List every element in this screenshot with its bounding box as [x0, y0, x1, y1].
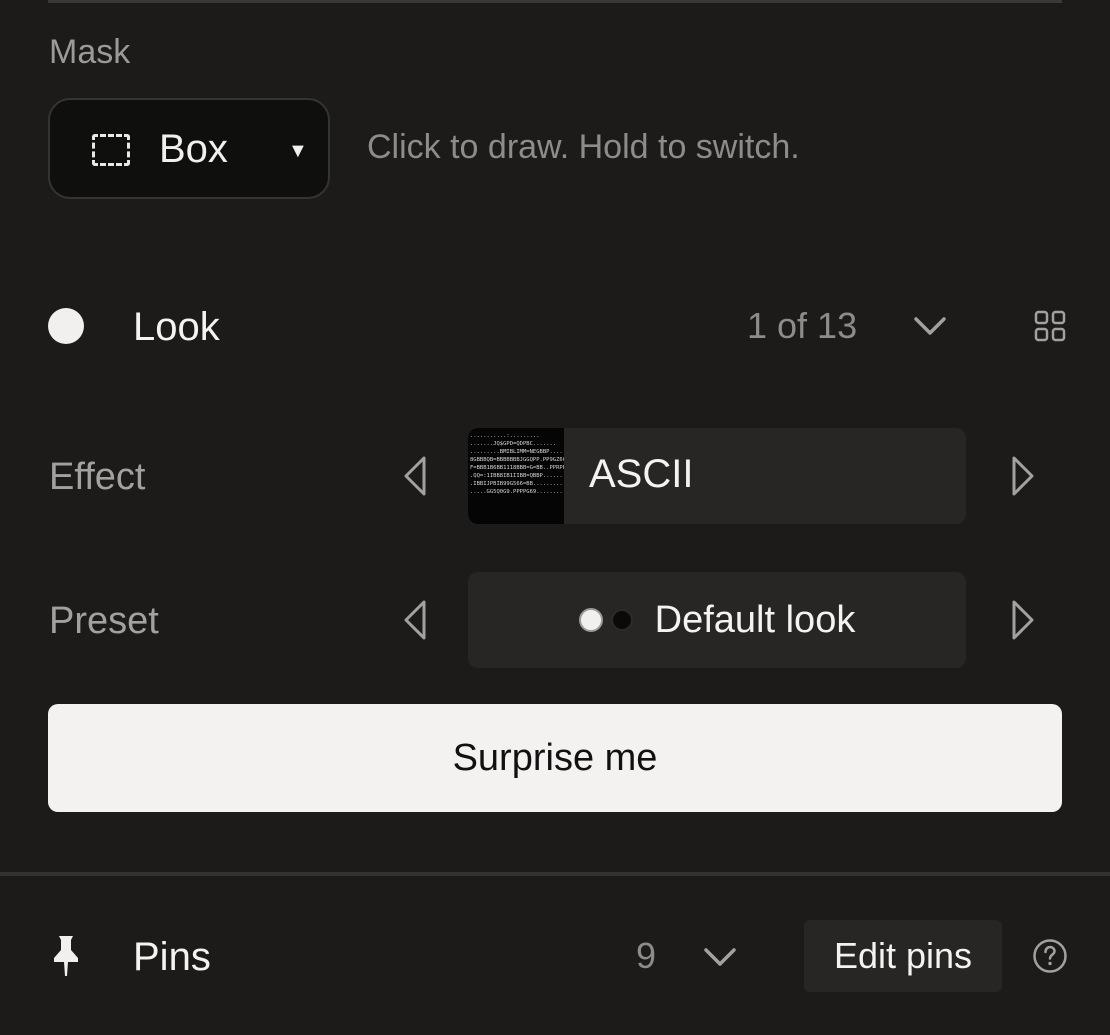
section-divider [0, 872, 1110, 876]
effect-next-icon[interactable] [1008, 454, 1038, 498]
mask-select[interactable]: Box ▼ [48, 98, 330, 199]
edit-pins-button[interactable]: Edit pins [804, 920, 1002, 992]
effect-prev-icon[interactable] [400, 454, 430, 498]
pin-icon [54, 936, 78, 976]
mask-selected-value: Box [159, 127, 228, 171]
preset-label: Preset [49, 600, 159, 642]
dashed-box-icon [92, 134, 130, 166]
effect-value: ASCII [589, 452, 694, 496]
effect-label: Effect [49, 456, 146, 498]
grid-view-icon[interactable] [1034, 310, 1066, 342]
top-divider [48, 0, 1062, 3]
chevron-down-icon[interactable] [912, 312, 948, 340]
help-icon[interactable] [1032, 938, 1068, 974]
light-dot-icon [578, 608, 603, 632]
preset-prev-icon[interactable] [400, 598, 430, 642]
pins-label: Pins [133, 935, 211, 979]
surprise-me-button[interactable]: Surprise me [48, 704, 1062, 812]
look-dot-icon [48, 308, 84, 344]
look-panel: Mask Box ▼ Click to draw. Hold to switch… [0, 0, 1110, 1035]
ascii-thumbnail: ...........:......... .......JQ$GPD=QDPB… [468, 428, 564, 524]
look-count: 1 of 13 [747, 305, 858, 346]
preset-next-icon[interactable] [1008, 598, 1038, 642]
preset-content: Default look [468, 572, 966, 668]
look-label: Look [133, 305, 220, 349]
caret-down-icon: ▼ [288, 140, 308, 162]
effect-selector[interactable]: ...........:......... .......JQ$GPD=QDPB… [468, 428, 966, 524]
dark-dot-icon [610, 609, 633, 631]
mask-hint: Click to draw. Hold to switch. [367, 128, 800, 166]
preset-selector[interactable]: Default look [468, 572, 966, 668]
pins-count: 9 [636, 935, 657, 976]
pins-chevron-down-icon[interactable] [702, 943, 738, 971]
preset-value: Default look [654, 598, 856, 641]
mask-label: Mask [49, 33, 131, 71]
